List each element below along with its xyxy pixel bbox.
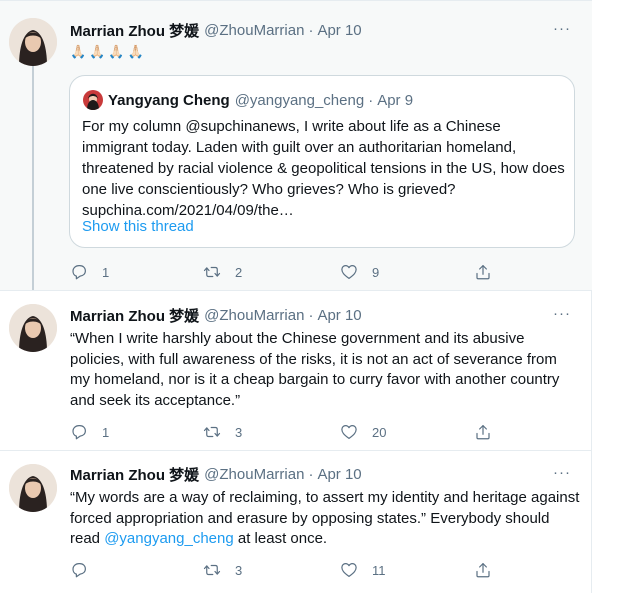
tweet-header: Marrian Zhou 梦媛 @ZhouMarrian · Apr 10 (70, 20, 362, 40)
more-icon[interactable]: ··· (552, 305, 572, 325)
quoted-avatar (83, 90, 103, 110)
reply-icon (72, 425, 86, 440)
like-button[interactable]: 20 (340, 422, 386, 442)
tweet-emojis: 🙏🏻🙏🏻🙏🏻🙏🏻 (70, 44, 147, 59)
more-icon[interactable]: ··· (552, 20, 572, 40)
reply-button[interactable] (70, 560, 102, 580)
reply-count: 1 (102, 264, 110, 280)
retweet-count: 3 (235, 562, 243, 578)
retweet-button[interactable]: 2 (203, 262, 242, 282)
share-button[interactable] (474, 560, 492, 580)
reply-icon (72, 265, 86, 280)
retweet-count: 3 (235, 424, 243, 440)
tweet-header: Marrian Zhou 梦媛 @ZhouMarrian · Apr 10 (70, 464, 362, 484)
like-icon (341, 425, 357, 439)
tweet-text-after: at least once. (233, 530, 328, 547)
avatar[interactable] (9, 18, 57, 66)
reply-count: 1 (102, 424, 110, 440)
avatar[interactable] (9, 464, 57, 512)
retweet-icon (203, 266, 221, 278)
reply-button[interactable]: 1 (70, 262, 109, 282)
tweet[interactable]: Marrian Zhou 梦媛 @ZhouMarrian · Apr 10 ··… (0, 290, 592, 450)
like-icon (341, 265, 357, 279)
share-icon (476, 265, 490, 280)
more-icon[interactable]: ··· (552, 464, 572, 484)
author-handle[interactable]: @ZhouMarrian (204, 22, 304, 39)
tweet[interactable]: Marrian Zhou 梦媛 @ZhouMarrian · Apr 10 ··… (0, 0, 592, 291)
tweet-date[interactable]: Apr 10 (317, 22, 361, 39)
quoted-text: For my column @supchinanews, I write abo… (82, 118, 565, 198)
like-count: 9 (372, 264, 380, 280)
tweet-text: “When I write harshly about the Chinese … (70, 330, 560, 409)
retweet-icon (203, 426, 221, 438)
tweet-text: “My words are a way of reclaiming, to as… (70, 488, 580, 550)
share-button[interactable] (474, 262, 492, 282)
quoted-tweet-date: Apr 9 (377, 91, 414, 109)
quoted-tweet-text: For my column @supchinanews, I write abo… (82, 116, 567, 221)
show-thread-link[interactable]: Show this thread (82, 218, 194, 235)
retweet-count: 2 (235, 264, 243, 280)
quoted-tweet-header: Yangyang Cheng @yangyang_cheng · Apr 9 (108, 90, 413, 110)
avatar[interactable] (9, 304, 57, 352)
like-count: 20 (372, 424, 387, 440)
like-count: 11 (372, 562, 386, 578)
separator: · (308, 21, 314, 39)
share-icon (476, 425, 490, 440)
reply-icon (72, 563, 86, 578)
thread-connector-line (32, 65, 34, 291)
tweet-actions: 1 3 20 (70, 422, 500, 442)
retweet-button[interactable]: 3 (203, 560, 242, 580)
share-button[interactable] (474, 422, 492, 442)
tweet-actions: 3 11 (70, 560, 500, 580)
quoted-author-name: Yangyang Cheng (108, 91, 230, 109)
retweet-icon (203, 564, 221, 576)
author-name[interactable]: Marrian Zhou 梦媛 (70, 464, 199, 485)
quoted-author-handle: @yangyang_cheng (234, 91, 365, 109)
timeline-feed: Marrian Zhou 梦媛 @ZhouMarrian · Apr 10 ··… (0, 0, 592, 593)
tweet-date[interactable]: Apr 10 (317, 307, 361, 324)
like-icon (341, 563, 357, 577)
tweet-header: Marrian Zhou 梦媛 @ZhouMarrian · Apr 10 (70, 305, 362, 325)
author-handle[interactable]: @ZhouMarrian (204, 307, 304, 324)
mention-link[interactable]: @yangyang_cheng (104, 530, 234, 547)
like-button[interactable]: 11 (340, 560, 386, 580)
reply-button[interactable]: 1 (70, 422, 109, 442)
retweet-button[interactable]: 3 (203, 422, 242, 442)
quoted-tweet-card[interactable]: Yangyang Cheng @yangyang_cheng · Apr 9 F… (69, 75, 575, 248)
tweet-date[interactable]: Apr 10 (317, 466, 361, 483)
author-handle[interactable]: @ZhouMarrian (204, 466, 304, 483)
separator: · (308, 306, 314, 324)
separator: · (368, 91, 374, 109)
author-name[interactable]: Marrian Zhou 梦媛 (70, 20, 199, 41)
tweet[interactable]: Marrian Zhou 梦媛 @ZhouMarrian · Apr 10 ··… (0, 450, 592, 593)
separator: · (308, 465, 314, 483)
author-name[interactable]: Marrian Zhou 梦媛 (70, 305, 199, 326)
like-button[interactable]: 9 (340, 262, 379, 282)
tweet-actions: 1 2 9 (70, 262, 500, 282)
share-icon (476, 563, 490, 578)
